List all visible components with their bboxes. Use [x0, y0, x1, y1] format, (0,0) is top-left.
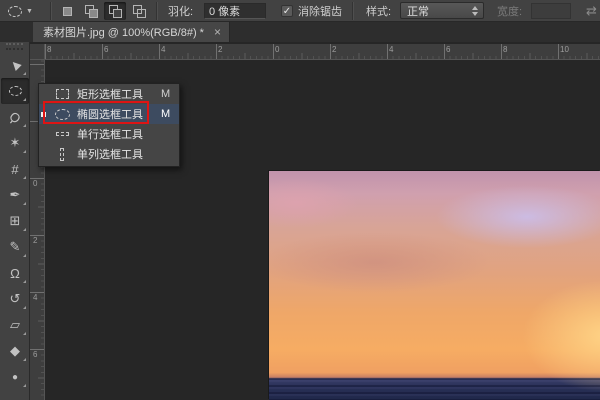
document-tab-bar: 素材图片.jpg @ 100%(RGB/8#) * × — [0, 22, 600, 42]
tool-preset-picker[interactable]: ▼ — [8, 0, 33, 21]
antialias-checkbox[interactable]: ✓ — [281, 5, 293, 17]
document-tab-title: 素材图片.jpg @ 100%(RGB/8#) * — [43, 27, 204, 39]
stamp-icon: Ω — [10, 265, 20, 281]
ruler-number: 4 — [389, 45, 394, 54]
single-column-marquee-icon — [60, 147, 64, 161]
paint-bucket-tool[interactable]: ◆ — [1, 338, 29, 364]
ruler-number: 8 — [503, 45, 508, 54]
magic-wand-icon: ✶ — [9, 135, 21, 150]
tools-panel: ▶ Ϙ ✶ # ✒ ⊞ ✎ Ω ↺ ▱ ◆ ● — [0, 42, 30, 400]
chevron-down-icon: ▼ — [26, 7, 33, 15]
ellipse-marquee-icon — [54, 108, 70, 120]
document-tab[interactable]: 素材图片.jpg @ 100%(RGB/8#) * × — [33, 22, 230, 42]
current-tool-bullet — [41, 111, 46, 117]
ruler-corner — [30, 44, 45, 60]
close-tab-icon[interactable]: × — [214, 25, 221, 39]
ellipse-marquee-icon — [8, 5, 22, 17]
style-value: 正常 — [407, 5, 429, 18]
clone-stamp-tool[interactable]: Ω — [1, 260, 29, 286]
eraser-tool[interactable]: ▱ — [1, 312, 29, 338]
intersect-selection-button[interactable] — [128, 2, 150, 20]
menu-item-ellipse-marquee[interactable]: 椭圆选框工具 M — [39, 104, 179, 124]
eyedropper-tool[interactable]: ✒ — [1, 182, 29, 208]
ruler-number: 4 — [33, 293, 38, 302]
horizontal-ruler[interactable]: 8 6 4 2 0 2 4 6 8 10 — [30, 44, 600, 60]
menu-shortcut: M — [161, 108, 171, 120]
ruler-number: 0 — [275, 45, 280, 54]
ruler-number: 2 — [332, 45, 337, 54]
ellipse-marquee-icon — [8, 86, 22, 96]
move-tool[interactable]: ▶ — [1, 52, 29, 78]
divider — [352, 2, 353, 20]
spinner-arrows-icon — [472, 6, 478, 16]
ruler-number: 10 — [560, 45, 569, 54]
ruler-number: 6 — [33, 350, 38, 359]
antialias-label: 消除锯齿 — [298, 6, 342, 18]
ruler-number: 8 — [47, 45, 52, 54]
marquee-tool-flyout-menu: 矩形选框工具 M 椭圆选框工具 M 单行选框工具 单列选框工具 — [38, 83, 180, 167]
patch-icon: ⊞ — [9, 213, 21, 228]
menu-item-rect-marquee[interactable]: 矩形选框工具 M — [39, 84, 179, 104]
ruler-number: 2 — [33, 236, 38, 245]
brush-tool[interactable]: ✎ — [1, 234, 29, 260]
feather-input[interactable]: 0 像素 — [204, 3, 266, 19]
lasso-icon: Ϙ — [6, 108, 24, 126]
healing-brush-tool[interactable]: ⊞ — [1, 208, 29, 234]
brush-icon: ✎ — [9, 239, 21, 254]
lasso-tool[interactable]: Ϙ — [1, 104, 29, 130]
menu-item-label: 椭圆选框工具 — [77, 109, 143, 121]
move-icon: ▶ — [8, 57, 23, 72]
history-brush-icon: ↺ — [9, 291, 21, 306]
eraser-icon: ▱ — [10, 317, 20, 332]
divider — [50, 2, 51, 20]
ruler-number: 6 — [104, 45, 109, 54]
rect-marquee-icon — [55, 89, 69, 99]
blur-tool[interactable]: ● — [1, 364, 29, 390]
menu-item-single-column-marquee[interactable]: 单列选框工具 — [39, 144, 179, 164]
feather-value: 0 像素 — [209, 6, 241, 18]
photoshop-window: ▼ 羽化: 0 像素 ✓ 消除锯齿 样式: 正常 宽度: ⇄ 素材图片.jpg … — [0, 0, 600, 400]
menu-item-label: 矩形选框工具 — [77, 89, 143, 101]
sunset-photo[interactable] — [269, 171, 600, 400]
crop-icon: # — [11, 161, 19, 177]
feather-label: 羽化: — [168, 6, 194, 18]
width-input — [531, 3, 571, 19]
options-bar: ▼ 羽化: 0 像素 ✓ 消除锯齿 样式: 正常 宽度: ⇄ — [0, 0, 600, 22]
swap-dimensions-icon[interactable]: ⇄ — [586, 0, 597, 21]
ruler-number: 2 — [218, 45, 223, 54]
menu-item-label: 单行选框工具 — [77, 129, 143, 141]
subtract-selection-button[interactable] — [104, 2, 126, 20]
style-dropdown[interactable]: 正常 — [400, 2, 484, 19]
history-brush-tool[interactable]: ↺ — [1, 286, 29, 312]
menu-shortcut: M — [161, 88, 171, 100]
antialias-option[interactable]: ✓ 消除锯齿 — [281, 0, 342, 21]
crop-tool[interactable]: # — [1, 156, 29, 182]
marquee-tool[interactable] — [1, 78, 29, 104]
width-label: 宽度: — [497, 6, 523, 18]
eyedropper-icon: ✒ — [9, 187, 21, 202]
water-drop-icon: ● — [11, 371, 19, 383]
add-selection-button[interactable] — [80, 2, 102, 20]
new-selection-button[interactable] — [56, 2, 78, 20]
single-row-marquee-icon — [55, 132, 69, 136]
style-label: 样式: — [366, 6, 392, 18]
ruler-number: 0 — [33, 179, 38, 188]
ruler-number: 4 — [161, 45, 166, 54]
paint-bucket-icon: ◆ — [10, 343, 20, 358]
menu-item-label: 单列选框工具 — [77, 149, 143, 161]
divider — [156, 2, 157, 20]
menu-item-single-row-marquee[interactable]: 单行选框工具 — [39, 124, 179, 144]
magic-wand-tool[interactable]: ✶ — [1, 130, 29, 156]
ruler-number: 6 — [446, 45, 451, 54]
panel-grip[interactable] — [6, 43, 23, 50]
